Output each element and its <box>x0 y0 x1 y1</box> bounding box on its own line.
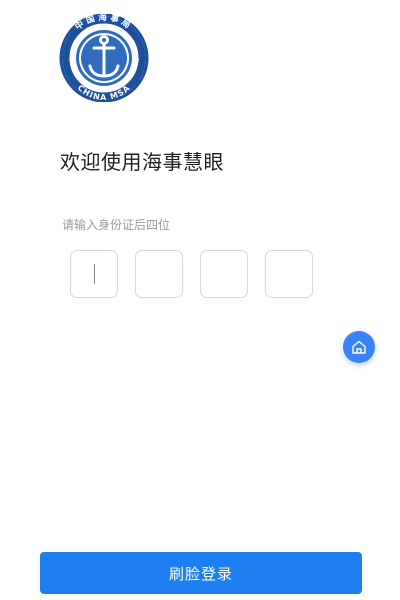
id-digit-3-input[interactable] <box>200 250 248 298</box>
id-code-input-group <box>70 250 313 298</box>
svg-text:★: ★ <box>134 56 140 64</box>
home-button[interactable] <box>343 331 375 363</box>
china-msa-logo: 中国海事局 CHINA MSA ★ ★ <box>50 14 158 102</box>
welcome-title: 欢迎使用海事慧眼 <box>60 150 224 174</box>
emblem-icon: 中国海事局 CHINA MSA ★ ★ <box>59 14 149 102</box>
id-digit-4-input[interactable] <box>265 250 313 298</box>
svg-text:★: ★ <box>68 56 74 64</box>
home-icon <box>352 340 366 354</box>
id-digit-2-input[interactable] <box>135 250 183 298</box>
id-digit-1-input[interactable] <box>70 250 118 298</box>
id-last-four-prompt: 请输入身份证后四位 <box>62 218 171 232</box>
face-login-button[interactable]: 刷脸登录 <box>40 552 362 594</box>
